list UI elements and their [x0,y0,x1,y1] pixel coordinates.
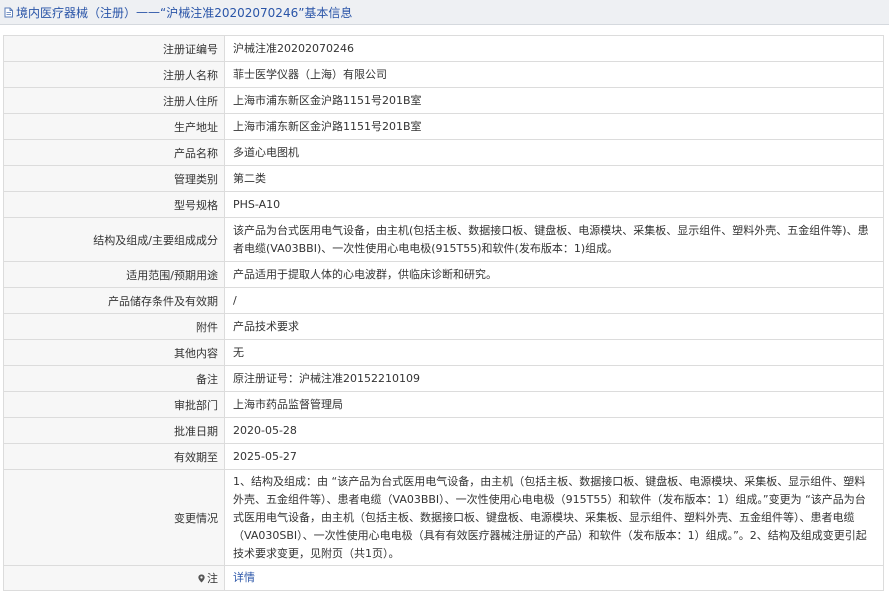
product-name: 多道心电图机 [224,139,884,166]
location-pin-icon [198,574,205,583]
table-row: 变更情况 1、结构及组成：由 “该产品为台式医用电气设备，由主机（包括主板、数据… [3,469,884,566]
table-row: 产品名称 多道心电图机 [3,139,884,166]
page-header: 境内医疗器械（注册） —— “沪械注准20202070246”基本信息 [0,0,889,25]
attachment: 产品技术要求 [224,313,884,340]
row-label: 产品名称 [3,139,225,166]
row-label: 产品储存条件及有效期 [3,287,225,314]
row-label: 有效期至 [3,443,225,470]
table-row: 注 详情 [3,565,884,591]
registrant-address: 上海市浦东新区金沪路1151号201B室 [224,87,884,114]
note-cell: 详情 [224,565,884,591]
structure-composition: 该产品为台式医用电气设备，由主机(包括主板、数据接口板、键盘板、电源模块、采集板… [224,217,884,262]
table-row: 管理类别 第二类 [3,165,884,192]
table-row: 注册人名称 菲士医学仪器（上海）有限公司 [3,61,884,88]
header-title: “沪械注准20202070246”基本信息 [160,5,353,20]
production-address: 上海市浦东新区金沪路1151号201B室 [224,113,884,140]
row-label: 其他内容 [3,339,225,366]
other-content: 无 [224,339,884,366]
row-label: 管理类别 [3,165,225,192]
note-label: 注 [207,572,218,585]
table-row: 有效期至 2025-05-27 [3,443,884,470]
row-label: 附件 [3,313,225,340]
details-link[interactable]: 详情 [233,571,255,584]
approval-department: 上海市药品监督管理局 [224,391,884,418]
table-row: 生产地址 上海市浦东新区金沪路1151号201B室 [3,113,884,140]
row-label: 注册人住所 [3,87,225,114]
header-category: 境内医疗器械（注册） [16,5,137,20]
registration-number: 沪械注准20202070246 [224,35,884,62]
table-row: 批准日期 2020-05-28 [3,417,884,444]
row-label: 生产地址 [3,113,225,140]
table-row: 附件 产品技术要求 [3,313,884,340]
row-label: 注册人名称 [3,61,225,88]
model-spec: PHS-A10 [224,191,884,218]
row-label: 型号规格 [3,191,225,218]
row-label: 注册证编号 [3,35,225,62]
row-label: 批准日期 [3,417,225,444]
change-history: 1、结构及组成：由 “该产品为台式医用电气设备，由主机（包括主板、数据接口板、键… [224,469,884,566]
storage-validity: / [224,287,884,314]
row-label: 结构及组成/主要组成成分 [3,217,225,262]
header-separator: —— [136,5,161,19]
management-category: 第二类 [224,165,884,192]
table-row: 产品储存条件及有效期 / [3,287,884,314]
remarks: 原注册证号：沪械注准20152210109 [224,365,884,392]
approval-date: 2020-05-28 [224,417,884,444]
table-row: 结构及组成/主要组成成分 该产品为台式医用电气设备，由主机(包括主板、数据接口板… [3,217,884,262]
registrant-name: 菲士医学仪器（上海）有限公司 [224,61,884,88]
row-label: 变更情况 [3,469,225,566]
table-row: 审批部门 上海市药品监督管理局 [3,391,884,418]
row-label: 备注 [3,365,225,392]
document-icon [4,7,13,17]
row-label: 审批部门 [3,391,225,418]
info-table: 注册证编号 沪械注准20202070246 注册人名称 菲士医学仪器（上海）有限… [3,35,884,591]
note-label-cell: 注 [3,565,225,591]
table-row: 其他内容 无 [3,339,884,366]
table-row: 注册证编号 沪械注准20202070246 [3,35,884,62]
table-row: 注册人住所 上海市浦东新区金沪路1151号201B室 [3,87,884,114]
table-row: 备注 原注册证号：沪械注准20152210109 [3,365,884,392]
row-label: 适用范围/预期用途 [3,261,225,288]
intended-use: 产品适用于提取人体的心电波群，供临床诊断和研究。 [224,261,884,288]
table-row: 适用范围/预期用途 产品适用于提取人体的心电波群，供临床诊断和研究。 [3,261,884,288]
table-row: 型号规格 PHS-A10 [3,191,884,218]
valid-until: 2025-05-27 [224,443,884,470]
